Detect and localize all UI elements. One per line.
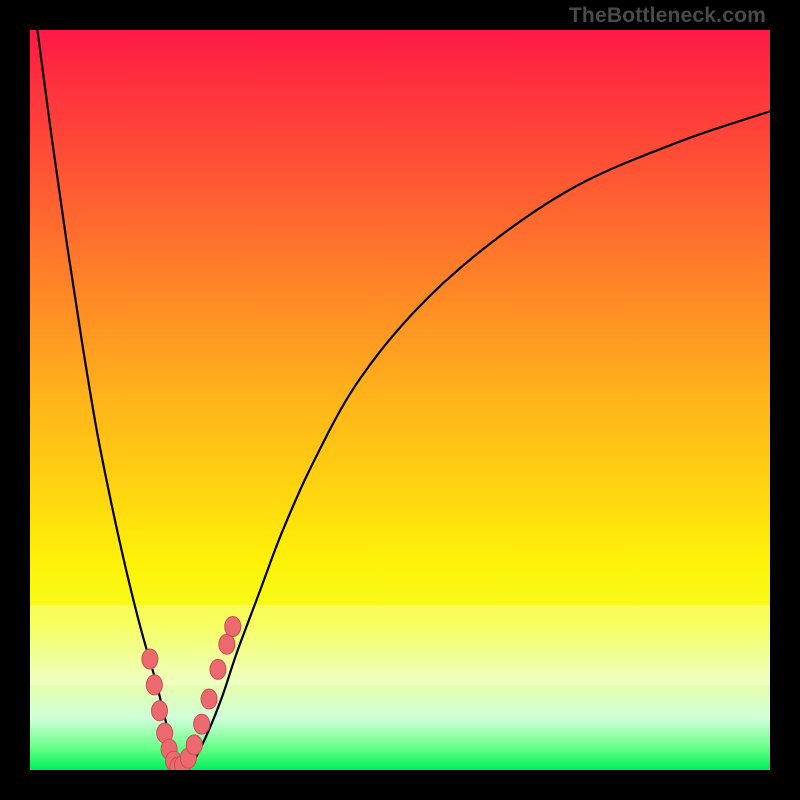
data-marker	[194, 714, 210, 734]
data-marker	[146, 675, 162, 695]
curve-layer	[30, 30, 770, 770]
data-marker	[219, 634, 235, 654]
data-marker	[210, 659, 226, 679]
data-marker	[186, 735, 202, 755]
data-marker	[225, 616, 241, 636]
attribution-text: TheBottleneck.com	[569, 4, 766, 28]
data-marker	[201, 689, 217, 709]
plot-area	[30, 30, 770, 770]
marker-group	[142, 616, 241, 770]
data-marker	[152, 701, 168, 721]
chart-frame: TheBottleneck.com	[0, 0, 800, 800]
data-marker	[142, 649, 158, 669]
